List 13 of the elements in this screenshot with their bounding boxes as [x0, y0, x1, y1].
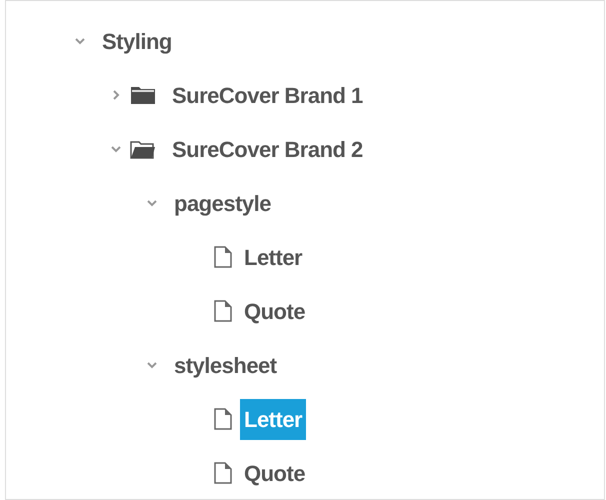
- tree-item-label[interactable]: Quote: [240, 452, 310, 494]
- tree-item-label[interactable]: stylesheet: [174, 348, 277, 382]
- document-icon: [214, 462, 232, 484]
- document-icon: [214, 408, 232, 430]
- tree-item-label[interactable]: Letter: [240, 236, 306, 278]
- document-icon: [214, 246, 232, 268]
- tree-item-label[interactable]: pagestyle: [174, 186, 271, 220]
- folder-icon: [130, 84, 156, 106]
- tree-item-label[interactable]: SureCover Brand 1: [172, 78, 363, 112]
- document-icon: [214, 300, 232, 322]
- tree-item-label[interactable]: Quote: [240, 290, 310, 332]
- tree-item-label[interactable]: Styling: [102, 24, 172, 58]
- tree-item-label[interactable]: SureCover Brand 2: [172, 132, 363, 166]
